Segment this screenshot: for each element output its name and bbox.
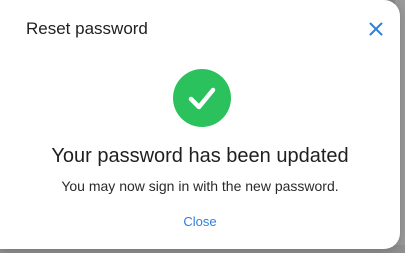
dialog-close-button[interactable]: [363, 16, 389, 42]
check-circle-icon: [173, 69, 231, 127]
close-icon: [369, 22, 383, 36]
reset-password-dialog: Reset password Your password has been up…: [0, 0, 400, 249]
success-headline: Your password has been updated: [51, 145, 349, 167]
success-message: You may now sign in with the new passwor…: [61, 178, 339, 194]
dialog-title: Reset password: [26, 19, 148, 38]
close-link[interactable]: Close: [183, 214, 216, 229]
close-link-container: Close: [0, 213, 400, 230]
